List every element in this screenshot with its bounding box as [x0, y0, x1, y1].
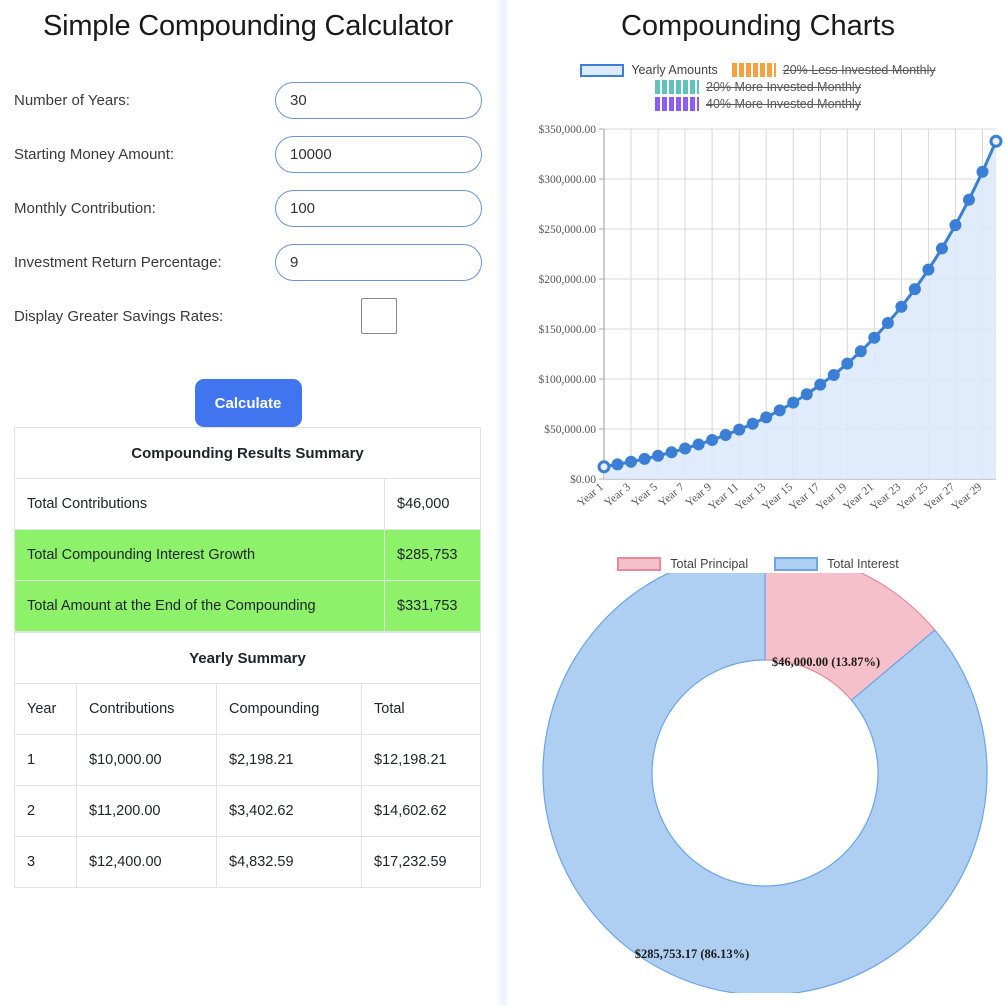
display-greater-savings-rates-checkbox[interactable] [360, 298, 397, 334]
cell-compounding: $2,198.21 [216, 734, 362, 786]
table-caption-row: Yearly Summary [14, 632, 481, 684]
charts-title: Compounding Charts [620, 10, 896, 42]
cell-contributions: $12,400.00 [76, 836, 217, 888]
panel-divider [496, 0, 510, 1005]
col-header-compounding: Compounding [216, 683, 362, 735]
form-row-savings-rates: Display Greater Savings Rates: [14, 289, 482, 343]
svg-text:$250,000.00: $250,000.00 [539, 223, 597, 236]
yearly-summary-caption: Yearly Summary [14, 632, 481, 684]
donut-chart-legend: Total Principal Total Interest [510, 557, 1006, 571]
app-root: Simple Compounding Calculator Number of … [0, 0, 1006, 1005]
return-percentage-input[interactable] [275, 243, 482, 281]
calculate-button[interactable]: Calculate [194, 379, 302, 427]
summary-label-total-contributions: Total Contributions [14, 478, 385, 530]
svg-text:$50,000.00: $50,000.00 [544, 423, 596, 436]
svg-text:Year 3: Year 3 [602, 481, 633, 510]
col-header-contributions: Contributions [76, 683, 217, 735]
label-display-greater-savings-rates: Display Greater Savings Rates: [14, 307, 224, 325]
summary-value-total-amount: $331,753 [384, 580, 481, 632]
summary-value-total-contributions: $46,000 [384, 478, 481, 530]
col-header-year: Year [14, 683, 77, 735]
legend-item-yearly-amounts[interactable]: Yearly Amounts [580, 63, 718, 77]
svg-text:Year 29: Year 29 [949, 481, 984, 513]
legend-swatch-icon [655, 80, 700, 94]
label-starting-amount: Starting Money Amount: [14, 145, 175, 163]
starting-amount-input[interactable] [275, 135, 482, 173]
legend-label: Yearly Amounts [631, 63, 718, 77]
table-row: 2 $11,200.00 $3,402.62 $14,602.62 [14, 785, 481, 837]
summary-label-interest-growth: Total Compounding Interest Growth [14, 529, 385, 581]
svg-text:$285,753.17 (86.13%): $285,753.17 (86.13%) [635, 947, 750, 961]
svg-text:$46,000.00 (13.87%): $46,000.00 (13.87%) [772, 655, 880, 669]
svg-text:$150,000.00: $150,000.00 [539, 323, 597, 336]
legend-swatch-icon [580, 63, 625, 77]
label-monthly-contribution: Monthly Contribution: [14, 199, 156, 217]
results-summary-caption: Compounding Results Summary [14, 427, 481, 479]
calculate-button-row: Calculate [14, 379, 482, 427]
line-chart[interactable]: $0.00 $50,000.00 $100,000.00 $150,000.00 $20… [510, 113, 1006, 553]
yearly-summary-table: Yearly Summary Year Contributions Compou… [14, 632, 481, 888]
monthly-contribution-input[interactable] [275, 189, 482, 227]
line-chart-legend: Yearly Amounts 20% Less Invested Monthly… [510, 63, 1006, 111]
line-chart-svg: $0.00 $50,000.00 $100,000.00 $150,000.00 $20… [539, 123, 1003, 513]
cell-year: 1 [14, 734, 77, 786]
svg-text:$0.00: $0.00 [570, 473, 596, 486]
summary-label-total-amount: Total Amount at the End of the Compoundi… [14, 580, 385, 632]
page-title: Simple Compounding Calculator [42, 10, 454, 42]
legend-item-20-less-invested[interactable]: 20% Less Invested Monthly [731, 63, 936, 77]
legend-swatch-icon [774, 557, 819, 571]
table-row: Total Amount at the End of the Compoundi… [14, 580, 481, 632]
cell-total: $14,602.62 [361, 785, 481, 837]
cell-year: 3 [14, 836, 77, 888]
table-caption-row: Compounding Results Summary [14, 427, 481, 479]
legend-label: 20% Less Invested Monthly [782, 63, 936, 77]
cell-year: 2 [14, 785, 77, 837]
donut-chart[interactable]: $46,000.00 (13.87%) $285,753.17 (86.13%) [510, 550, 1006, 996]
legend-label: Total Principal [670, 557, 749, 571]
table-row: Total Compounding Interest Growth $285,7… [14, 529, 481, 581]
legend-item-total-principal[interactable]: Total Principal [617, 557, 748, 571]
cell-contributions: $11,200.00 [76, 785, 217, 837]
legend-item-total-interest[interactable]: Total Interest [774, 557, 899, 571]
form-row-return-percentage: Investment Return Percentage: [14, 235, 482, 289]
form-row-years: Number of Years: [14, 73, 482, 127]
charts-panel: Compounding Charts Yearly Amounts 20% Le… [510, 0, 1006, 1005]
table-header-row: Year Contributions Compounding Total [14, 683, 481, 735]
table-row: 1 $10,000.00 $2,198.21 $12,198.21 [14, 734, 481, 786]
cell-total: $12,198.21 [361, 734, 481, 786]
svg-text:Year 7: Year 7 [656, 481, 687, 510]
svg-text:Year 5: Year 5 [629, 481, 660, 510]
calculator-panel: Simple Compounding Calculator Number of … [0, 0, 496, 1005]
legend-label: 20% More Invested Monthly [706, 80, 861, 94]
label-return-percentage: Investment Return Percentage: [14, 253, 222, 271]
legend-item-40-more-invested[interactable]: 40% More Invested Monthly [655, 97, 861, 111]
legend-label: Total Interest [827, 557, 899, 571]
legend-swatch-icon [731, 63, 776, 77]
svg-text:$300,000.00: $300,000.00 [539, 173, 597, 186]
calculator-form: Number of Years: Starting Money Amount: … [14, 73, 482, 343]
table-row: Total Contributions $46,000 [14, 478, 481, 530]
years-input[interactable] [275, 81, 482, 119]
svg-text:$200,000.00: $200,000.00 [539, 273, 597, 286]
table-row: 3 $12,400.00 $4,832.59 $17,232.59 [14, 836, 481, 888]
legend-swatch-icon [655, 97, 700, 111]
col-header-total: Total [361, 683, 481, 735]
label-years: Number of Years: [14, 91, 130, 109]
form-row-starting-amount: Starting Money Amount: [14, 127, 482, 181]
cell-contributions: $10,000.00 [76, 734, 217, 786]
cell-compounding: $3,402.62 [216, 785, 362, 837]
results-summary-table: Compounding Results Summary Total Contri… [14, 427, 481, 632]
legend-item-20-more-invested[interactable]: 20% More Invested Monthly [655, 80, 861, 94]
form-row-monthly-contribution: Monthly Contribution: [14, 181, 482, 235]
donut-chart-svg: $46,000.00 (13.87%) $285,753.17 (86.13%) [542, 550, 988, 996]
legend-label: 40% More Invested Monthly [706, 97, 861, 111]
summary-value-interest-growth: $285,753 [384, 529, 481, 581]
svg-text:$100,000.00: $100,000.00 [539, 373, 597, 386]
cell-total: $17,232.59 [361, 836, 481, 888]
svg-text:$350,000.00: $350,000.00 [539, 123, 597, 136]
cell-compounding: $4,832.59 [216, 836, 362, 888]
legend-swatch-icon [617, 557, 662, 571]
